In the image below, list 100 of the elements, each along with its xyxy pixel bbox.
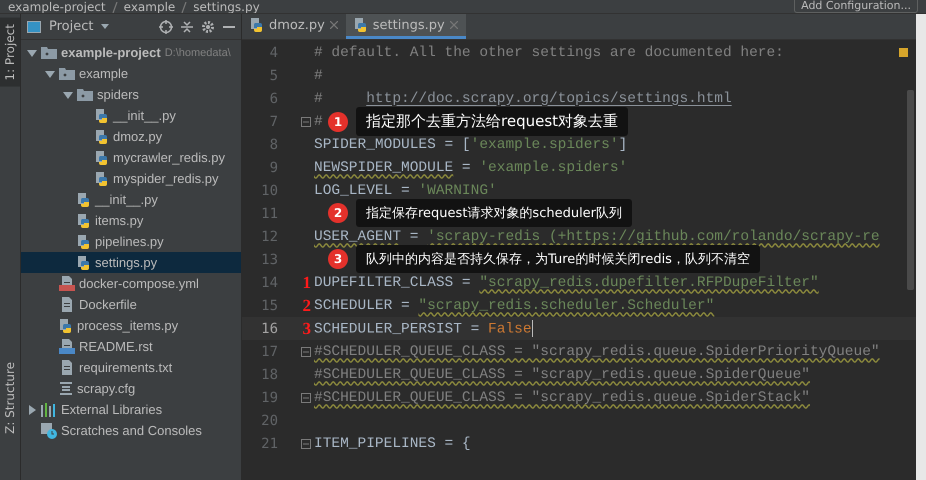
line-number: 20 bbox=[260, 412, 278, 428]
code-line: #SCHEDULER_QUEUE_CLASS = "scrapy_redis.queue.SpiderQueue" bbox=[313, 366, 810, 382]
number-badge: 2 bbox=[328, 203, 348, 223]
python-file-icon bbox=[95, 108, 109, 122]
tree-item[interactable]: Scratches and Consoles bbox=[21, 420, 241, 441]
code-line: USER_AGENT = 'scrapy-redis (+https://github.com/rolando/scrapy-re bbox=[313, 228, 880, 244]
code-line: ITEM_PIPELINES = { bbox=[313, 436, 471, 452]
line-number: 17 bbox=[260, 344, 278, 360]
code-line: #SCHEDULER_QUEUE_CLASS = "scrapy_redis.queue.SpiderPriorityQueue" bbox=[313, 344, 880, 360]
yaml-file-icon bbox=[59, 276, 75, 291]
fold-icon[interactable] bbox=[301, 392, 311, 402]
tree-item[interactable]: dmoz.py bbox=[21, 126, 241, 147]
line-number: 21 bbox=[260, 436, 278, 452]
dropdown-caret-icon[interactable] bbox=[101, 24, 110, 29]
line-number: 14 bbox=[260, 274, 278, 290]
tree-item[interactable]: process_items.py bbox=[21, 315, 241, 336]
code-line: LOG_LEVEL = 'WARNING' bbox=[313, 182, 497, 198]
expanded-arrow-icon[interactable] bbox=[27, 48, 37, 58]
python-file-icon bbox=[77, 256, 91, 270]
line-number: 5 bbox=[268, 68, 278, 84]
python-file-icon bbox=[95, 172, 109, 186]
annotation-callout: 队列中的内容是否持久保存，为Ture的时候关闭redis，队列不清空 bbox=[356, 245, 760, 273]
tree-item[interactable]: External Libraries bbox=[21, 399, 241, 420]
warning-marker-icon bbox=[899, 48, 908, 57]
code-line: # default. All the other settings are documented here: bbox=[313, 44, 784, 60]
code-line: #SCHEDULER_QUEUE_CLASS = "scrapy_redis.queue.SpiderStack" bbox=[313, 390, 810, 406]
fold-icon[interactable] bbox=[301, 346, 311, 356]
run-configuration-button[interactable]: Add Configuration... bbox=[794, 0, 918, 13]
tree-item[interactable]: scrapy.cfg bbox=[21, 378, 241, 399]
library-icon bbox=[41, 402, 57, 416]
python-file-icon bbox=[354, 18, 368, 32]
minimize-icon[interactable] bbox=[223, 26, 235, 28]
code-line: SPIDER_MODULES = ['example.spiders'] bbox=[313, 136, 628, 152]
tool-window-tab[interactable]: 1: Project bbox=[0, 18, 20, 87]
code-line: # http://doc.scrapy.org/topics/settings.html bbox=[313, 90, 732, 106]
folder-icon bbox=[41, 46, 57, 59]
config-file-icon bbox=[59, 382, 73, 395]
line-number: 9 bbox=[268, 160, 278, 176]
tree-item[interactable]: myspider_redis.py bbox=[21, 168, 241, 189]
python-file-icon bbox=[77, 234, 91, 248]
code-line: SCHEDULER_PERSIST = False bbox=[313, 320, 533, 338]
line-number: 11 bbox=[260, 206, 278, 222]
python-file-icon bbox=[77, 214, 91, 228]
line-number: 18 bbox=[260, 366, 278, 382]
path-separator-icon bbox=[112, 2, 118, 13]
fold-icon[interactable] bbox=[301, 116, 311, 126]
tree-item[interactable]: example-project D:\homedata\ bbox=[21, 42, 241, 63]
settings-icon[interactable] bbox=[201, 20, 215, 34]
scratches-icon bbox=[41, 422, 57, 438]
python-file-icon bbox=[250, 18, 264, 32]
rst-file-icon bbox=[59, 339, 75, 354]
tree-item[interactable]: requirements.txt bbox=[21, 357, 241, 378]
line-number: 16 bbox=[260, 320, 278, 336]
tree-item[interactable]: spiders bbox=[21, 84, 241, 105]
scrollbar-thumb[interactable] bbox=[907, 90, 914, 290]
handwritten-number: 2 bbox=[302, 297, 311, 314]
handwritten-number: 3 bbox=[302, 320, 311, 337]
project-path: D:\homedata\ bbox=[164, 46, 231, 58]
annotation-callout: 指定保存request请求对象的scheduler队列 bbox=[356, 199, 632, 227]
fold-icon[interactable] bbox=[301, 438, 311, 448]
line-number: 12 bbox=[260, 228, 278, 244]
tool-window-tab[interactable]: Z: Structure bbox=[0, 356, 20, 440]
line-number: 10 bbox=[260, 182, 278, 198]
collapsed-arrow-icon[interactable] bbox=[27, 404, 37, 414]
number-badge: 1 bbox=[328, 112, 348, 132]
editor-tab[interactable]: dmoz.py bbox=[242, 14, 346, 39]
code-line: # bbox=[313, 68, 323, 84]
path-separator-icon bbox=[181, 2, 188, 13]
line-number: 13 bbox=[260, 252, 278, 268]
line-number: 15 bbox=[260, 298, 278, 314]
tree-item[interactable]: Dockerfile bbox=[21, 294, 241, 315]
tree-item[interactable]: mycrawler_redis.py bbox=[21, 147, 241, 168]
project-view-icon bbox=[27, 20, 41, 32]
editor-tab[interactable]: settings.py bbox=[346, 14, 466, 39]
handwritten-number: 1 bbox=[302, 274, 311, 291]
text-file-icon bbox=[59, 297, 75, 312]
python-file-icon bbox=[77, 192, 91, 206]
tree-item[interactable]: settings.py bbox=[21, 252, 241, 273]
line-number: 8 bbox=[268, 136, 278, 152]
tree-item[interactable]: __init__.py bbox=[21, 189, 241, 210]
tree-item[interactable]: __init__.py bbox=[21, 105, 241, 126]
tree-item[interactable]: example bbox=[21, 63, 241, 84]
collapse-icon[interactable] bbox=[181, 20, 193, 34]
line-number: 7 bbox=[268, 114, 278, 130]
code-line: NEWSPIDER_MODULE = 'example.spiders' bbox=[313, 160, 628, 176]
tree-item[interactable]: items.py bbox=[21, 210, 241, 231]
expanded-arrow-icon[interactable] bbox=[45, 68, 55, 78]
code-line: # bbox=[313, 114, 323, 130]
tree-item[interactable]: README.rst bbox=[21, 336, 241, 357]
panel-title[interactable]: Project bbox=[49, 19, 94, 34]
tree-item[interactable]: pipelines.py bbox=[21, 231, 241, 252]
close-icon[interactable] bbox=[330, 21, 338, 29]
crosshair-icon[interactable] bbox=[159, 20, 173, 34]
line-number: 6 bbox=[268, 90, 278, 106]
line-number: 19 bbox=[260, 390, 278, 406]
text-caret bbox=[532, 320, 533, 337]
python-file-icon bbox=[59, 318, 73, 332]
expanded-arrow-icon[interactable] bbox=[63, 90, 73, 100]
annotation-callout: 指定那个去重方法给request对象去重 bbox=[356, 107, 628, 136]
tree-item[interactable]: docker-compose.yml bbox=[21, 273, 241, 294]
